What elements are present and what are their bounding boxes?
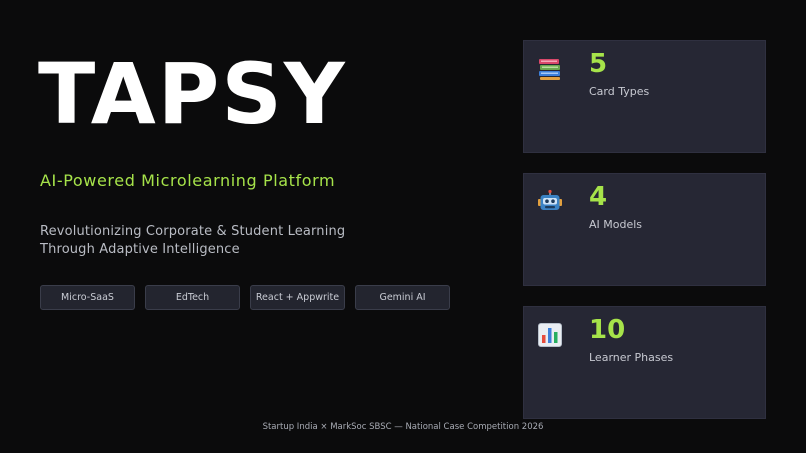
tag-micro-saas: Micro-SaaS [40,285,135,310]
stat-value: 5 [589,49,608,79]
description-line-2: Through Adaptive Intelligence [40,241,240,257]
stat-card-card-types: 5 Card Types [523,40,766,153]
stat-label: Learner Phases [589,351,674,364]
stat-card-learner-phases: 10 Learner Phases [523,306,766,419]
description: Revolutionizing Corporate & Student Lear… [40,223,345,258]
page-title: TAPSY [38,45,347,143]
bar-chart-icon [537,322,563,348]
stat-label: AI Models [589,218,643,231]
tag-edtech: EdTech [145,285,240,310]
footer-credit: Startup India × MarkSoc SBSC — National … [262,422,544,432]
stat-value: 10 [589,315,626,345]
stat-card-ai-models: 4 AI Models [523,173,766,286]
tag-gemini-ai: Gemini AI [355,285,450,310]
description-line-1: Revolutionizing Corporate & Student Lear… [40,224,346,239]
books-icon [537,56,563,82]
subtitle: AI-Powered Microlearning Platform [40,171,336,190]
stat-label: Card Types [589,85,650,98]
tag-react-appwrite: React + Appwrite [250,285,345,310]
stat-value: 4 [589,182,608,212]
robot-icon [537,189,563,215]
